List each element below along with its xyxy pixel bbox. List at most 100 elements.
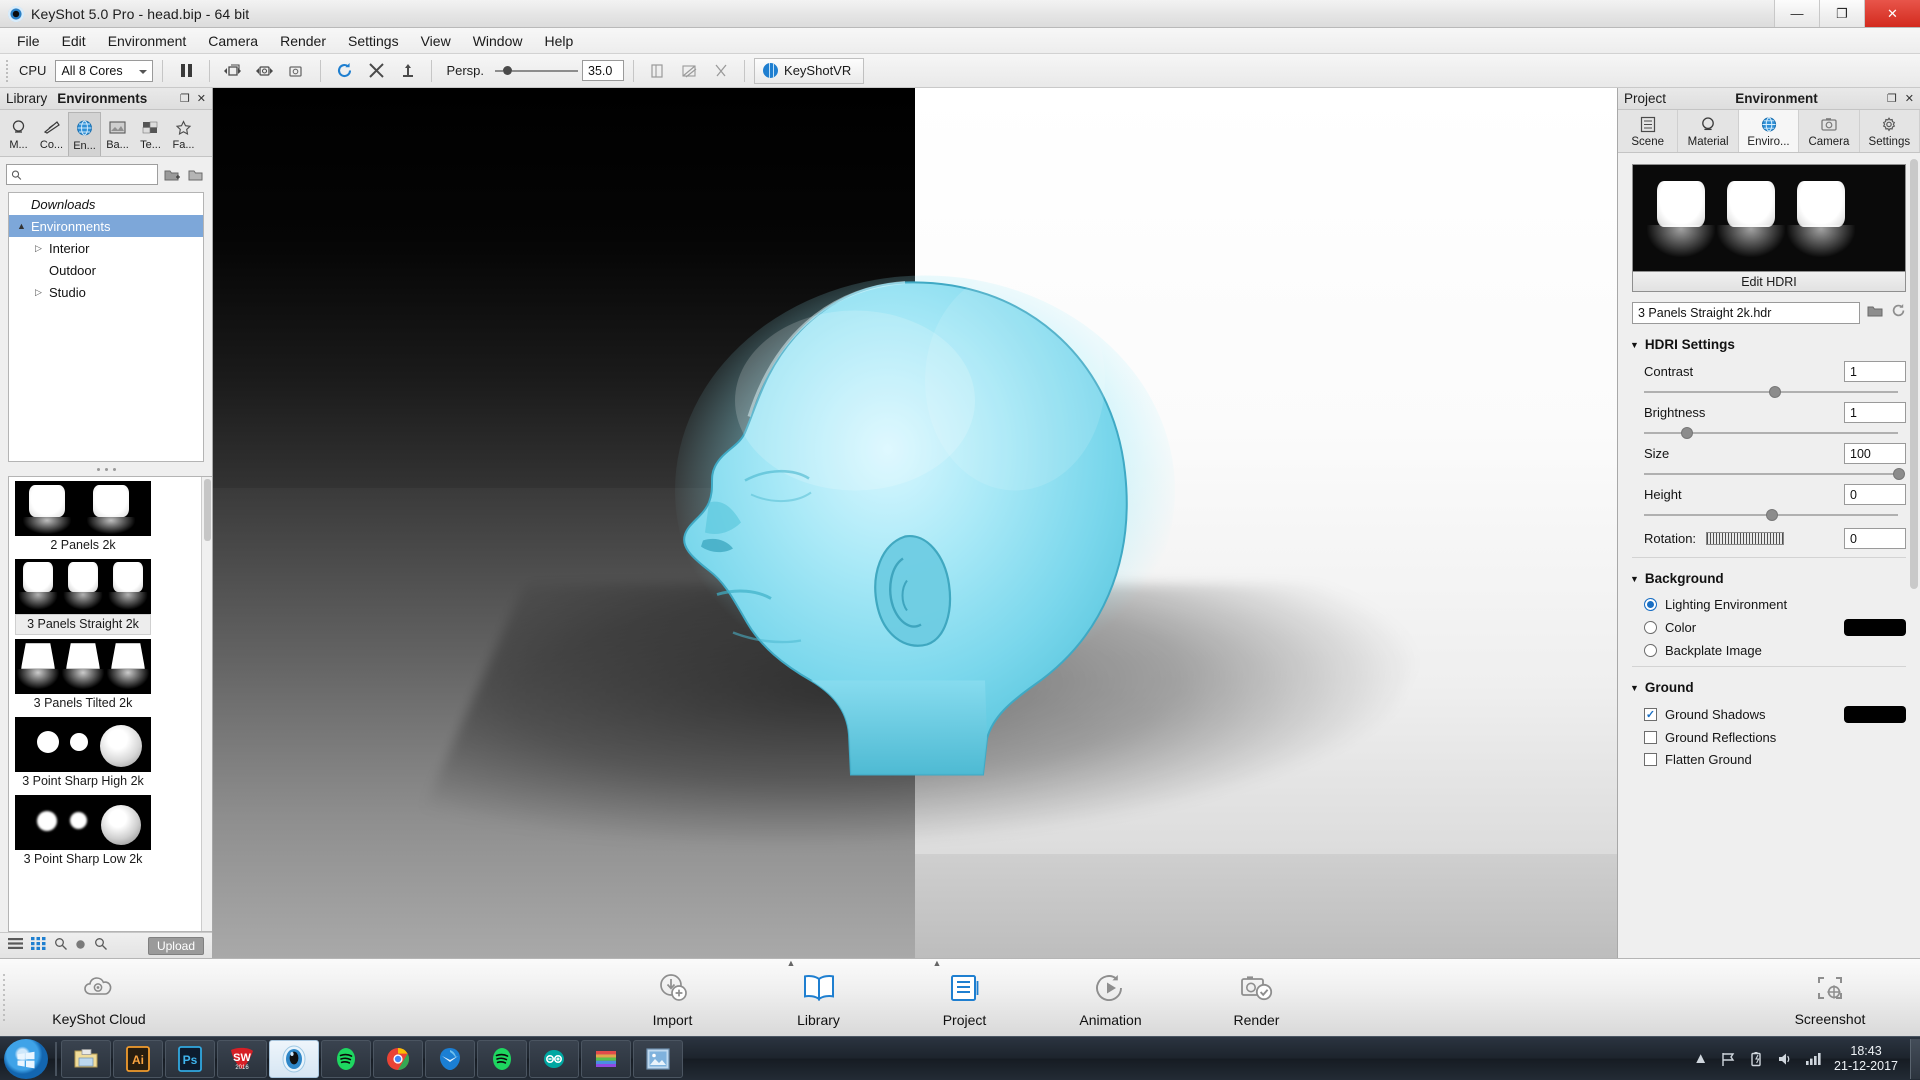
radio-button[interactable]: [1644, 621, 1657, 634]
dock-button-library[interactable]: ▲ Library: [777, 958, 861, 1028]
taskbar-item-spotify-2[interactable]: [477, 1039, 527, 1078]
anchor-icon[interactable]: [394, 58, 422, 84]
folder-open-icon[interactable]: [1867, 304, 1884, 323]
size-slider[interactable]: [1618, 464, 1920, 480]
screenshot-button[interactable]: Screenshot: [1740, 968, 1920, 1027]
flag-icon[interactable]: [1720, 1051, 1736, 1067]
tree-expander-icon[interactable]: ▷: [35, 243, 49, 254]
contrast-slider[interactable]: [1618, 382, 1920, 398]
keyshotvr-button[interactable]: KeyShotVR: [754, 57, 865, 84]
taskbar-item-keyshot[interactable]: [269, 1039, 319, 1078]
ruler-icon[interactable]: [643, 58, 671, 84]
battery-icon[interactable]: [1748, 1051, 1764, 1067]
tree-expander-icon[interactable]: ▲: [17, 221, 31, 231]
zoom-in-icon[interactable]: [94, 937, 107, 955]
dock-button-project[interactable]: ▲ Project: [923, 958, 1007, 1028]
maximize-button[interactable]: ❐: [1819, 0, 1864, 27]
close-icon[interactable]: ✕: [197, 92, 206, 105]
dock-button-import[interactable]: Import: [631, 968, 715, 1028]
library-tab-backplates[interactable]: Ba...: [101, 112, 134, 156]
grid-view-icon[interactable]: [31, 936, 46, 955]
hdri-file-input[interactable]: 3 Panels Straight 2k.hdr: [1632, 302, 1860, 324]
taskbar-item-explorer[interactable]: [61, 1039, 111, 1078]
menu-environment[interactable]: Environment: [97, 30, 198, 52]
tree-node-interior[interactable]: ▷ Interior: [9, 237, 203, 259]
contrast-input[interactable]: 1: [1844, 361, 1906, 382]
windows-start-icon[interactable]: [4, 1038, 48, 1079]
background-option-lighting-environment[interactable]: Lighting Environment: [1618, 590, 1920, 612]
close-icon[interactable]: ✕: [1905, 92, 1914, 105]
library-tab-label[interactable]: Library: [6, 91, 47, 106]
taskbar-clock[interactable]: 18:43 21-12-2017: [1834, 1044, 1902, 1074]
list-item[interactable]: 2 Panels 2k: [9, 477, 212, 555]
library-tab-colors[interactable]: Co...: [35, 112, 68, 156]
grid-icon[interactable]: [675, 58, 703, 84]
show-hidden-icon[interactable]: ▲: [1693, 1050, 1708, 1067]
cpu-cores-select[interactable]: All 8 Cores: [55, 59, 154, 82]
background-option-color[interactable]: Color: [1618, 612, 1920, 636]
slider-knob[interactable]: [1892, 468, 1905, 480]
taskbar-item-winrar[interactable]: [581, 1039, 631, 1078]
list-item[interactable]: 3 Panels Straight 2k: [9, 555, 212, 635]
move-tool-icon[interactable]: [362, 58, 390, 84]
list-item[interactable]: 3 Point Sharp High 2k: [9, 713, 212, 791]
keyshot-cloud-button[interactable]: KeyShot Cloud: [9, 968, 189, 1027]
tree-node-studio[interactable]: ▷ Studio: [9, 281, 203, 303]
menu-help[interactable]: Help: [533, 30, 584, 52]
taskbar-item-thunderbird[interactable]: [425, 1039, 475, 1078]
brightness-input[interactable]: 1: [1844, 402, 1906, 423]
show-desktop-button[interactable]: [1910, 1038, 1920, 1079]
dock-button-animation[interactable]: Animation: [1069, 968, 1153, 1028]
hdri-settings-section-title[interactable]: ▼ HDRI Settings: [1618, 324, 1920, 356]
ground-section-title[interactable]: ▼ Ground: [1618, 667, 1920, 699]
toolbar-grip[interactable]: [4, 59, 10, 83]
list-item[interactable]: 3 Panels Tilted 2k: [9, 635, 212, 713]
ground-option-flatten[interactable]: Flatten Ground: [1618, 745, 1920, 767]
tab-camera[interactable]: Camera: [1799, 110, 1860, 152]
slider-knob[interactable]: [1769, 386, 1781, 398]
library-tab-favorites[interactable]: Fa...: [167, 112, 200, 156]
menu-window[interactable]: Window: [462, 30, 534, 52]
radio-button[interactable]: [1644, 598, 1657, 611]
undock-icon[interactable]: ❐: [1887, 92, 1897, 105]
taskbar-item-chrome[interactable]: [373, 1039, 423, 1078]
menu-edit[interactable]: Edit: [51, 30, 97, 52]
thumbnail-scrollbar[interactable]: [201, 477, 212, 931]
taskbar-item-spotify[interactable]: [321, 1039, 371, 1078]
project-tab-label[interactable]: Project: [1624, 91, 1666, 106]
menu-render[interactable]: Render: [269, 30, 337, 52]
slider-track[interactable]: [512, 69, 579, 72]
prev-snapshot-icon[interactable]: [251, 58, 279, 84]
checkbox[interactable]: ✓: [1644, 708, 1657, 721]
slider-knob[interactable]: [503, 66, 513, 75]
dot-icon[interactable]: [75, 937, 86, 955]
menu-view[interactable]: View: [410, 30, 462, 52]
background-option-backplate-image[interactable]: Backplate Image: [1618, 636, 1920, 658]
library-tab-environments[interactable]: En...: [68, 112, 101, 156]
taskbar-item-photoshop[interactable]: Ps: [165, 1039, 215, 1078]
focal-length-slider[interactable]: [495, 66, 579, 75]
library-tab-textures[interactable]: Te...: [134, 112, 167, 156]
tree-node-outdoor[interactable]: Outdoor: [9, 259, 203, 281]
ground-shadow-color-swatch[interactable]: [1844, 706, 1906, 723]
checkbox[interactable]: [1644, 753, 1657, 766]
close-button[interactable]: ✕: [1864, 0, 1920, 27]
tab-settings[interactable]: Settings: [1860, 110, 1920, 152]
render-viewport[interactable]: [213, 88, 1617, 958]
taskbar-item-illustrator[interactable]: Ai: [113, 1039, 163, 1078]
menu-settings[interactable]: Settings: [337, 30, 410, 52]
radio-button[interactable]: [1644, 644, 1657, 657]
hdri-preview-image[interactable]: [1632, 164, 1906, 272]
slider-knob[interactable]: [1765, 509, 1778, 521]
dock-button-render[interactable]: Render: [1215, 968, 1299, 1028]
prev-camera-icon[interactable]: [219, 58, 247, 84]
search-input-wrapper[interactable]: [6, 164, 158, 185]
tree-expander-icon[interactable]: ▷: [35, 287, 49, 298]
ground-option-shadows[interactable]: ✓ Ground Shadows: [1618, 699, 1920, 723]
upload-button[interactable]: Upload: [147, 936, 204, 955]
snapshot-icon[interactable]: [283, 58, 311, 84]
scrollbar-thumb[interactable]: [204, 479, 211, 541]
checkbox[interactable]: [1644, 731, 1657, 744]
search-input[interactable]: [25, 167, 157, 182]
volume-icon[interactable]: [1776, 1051, 1793, 1067]
